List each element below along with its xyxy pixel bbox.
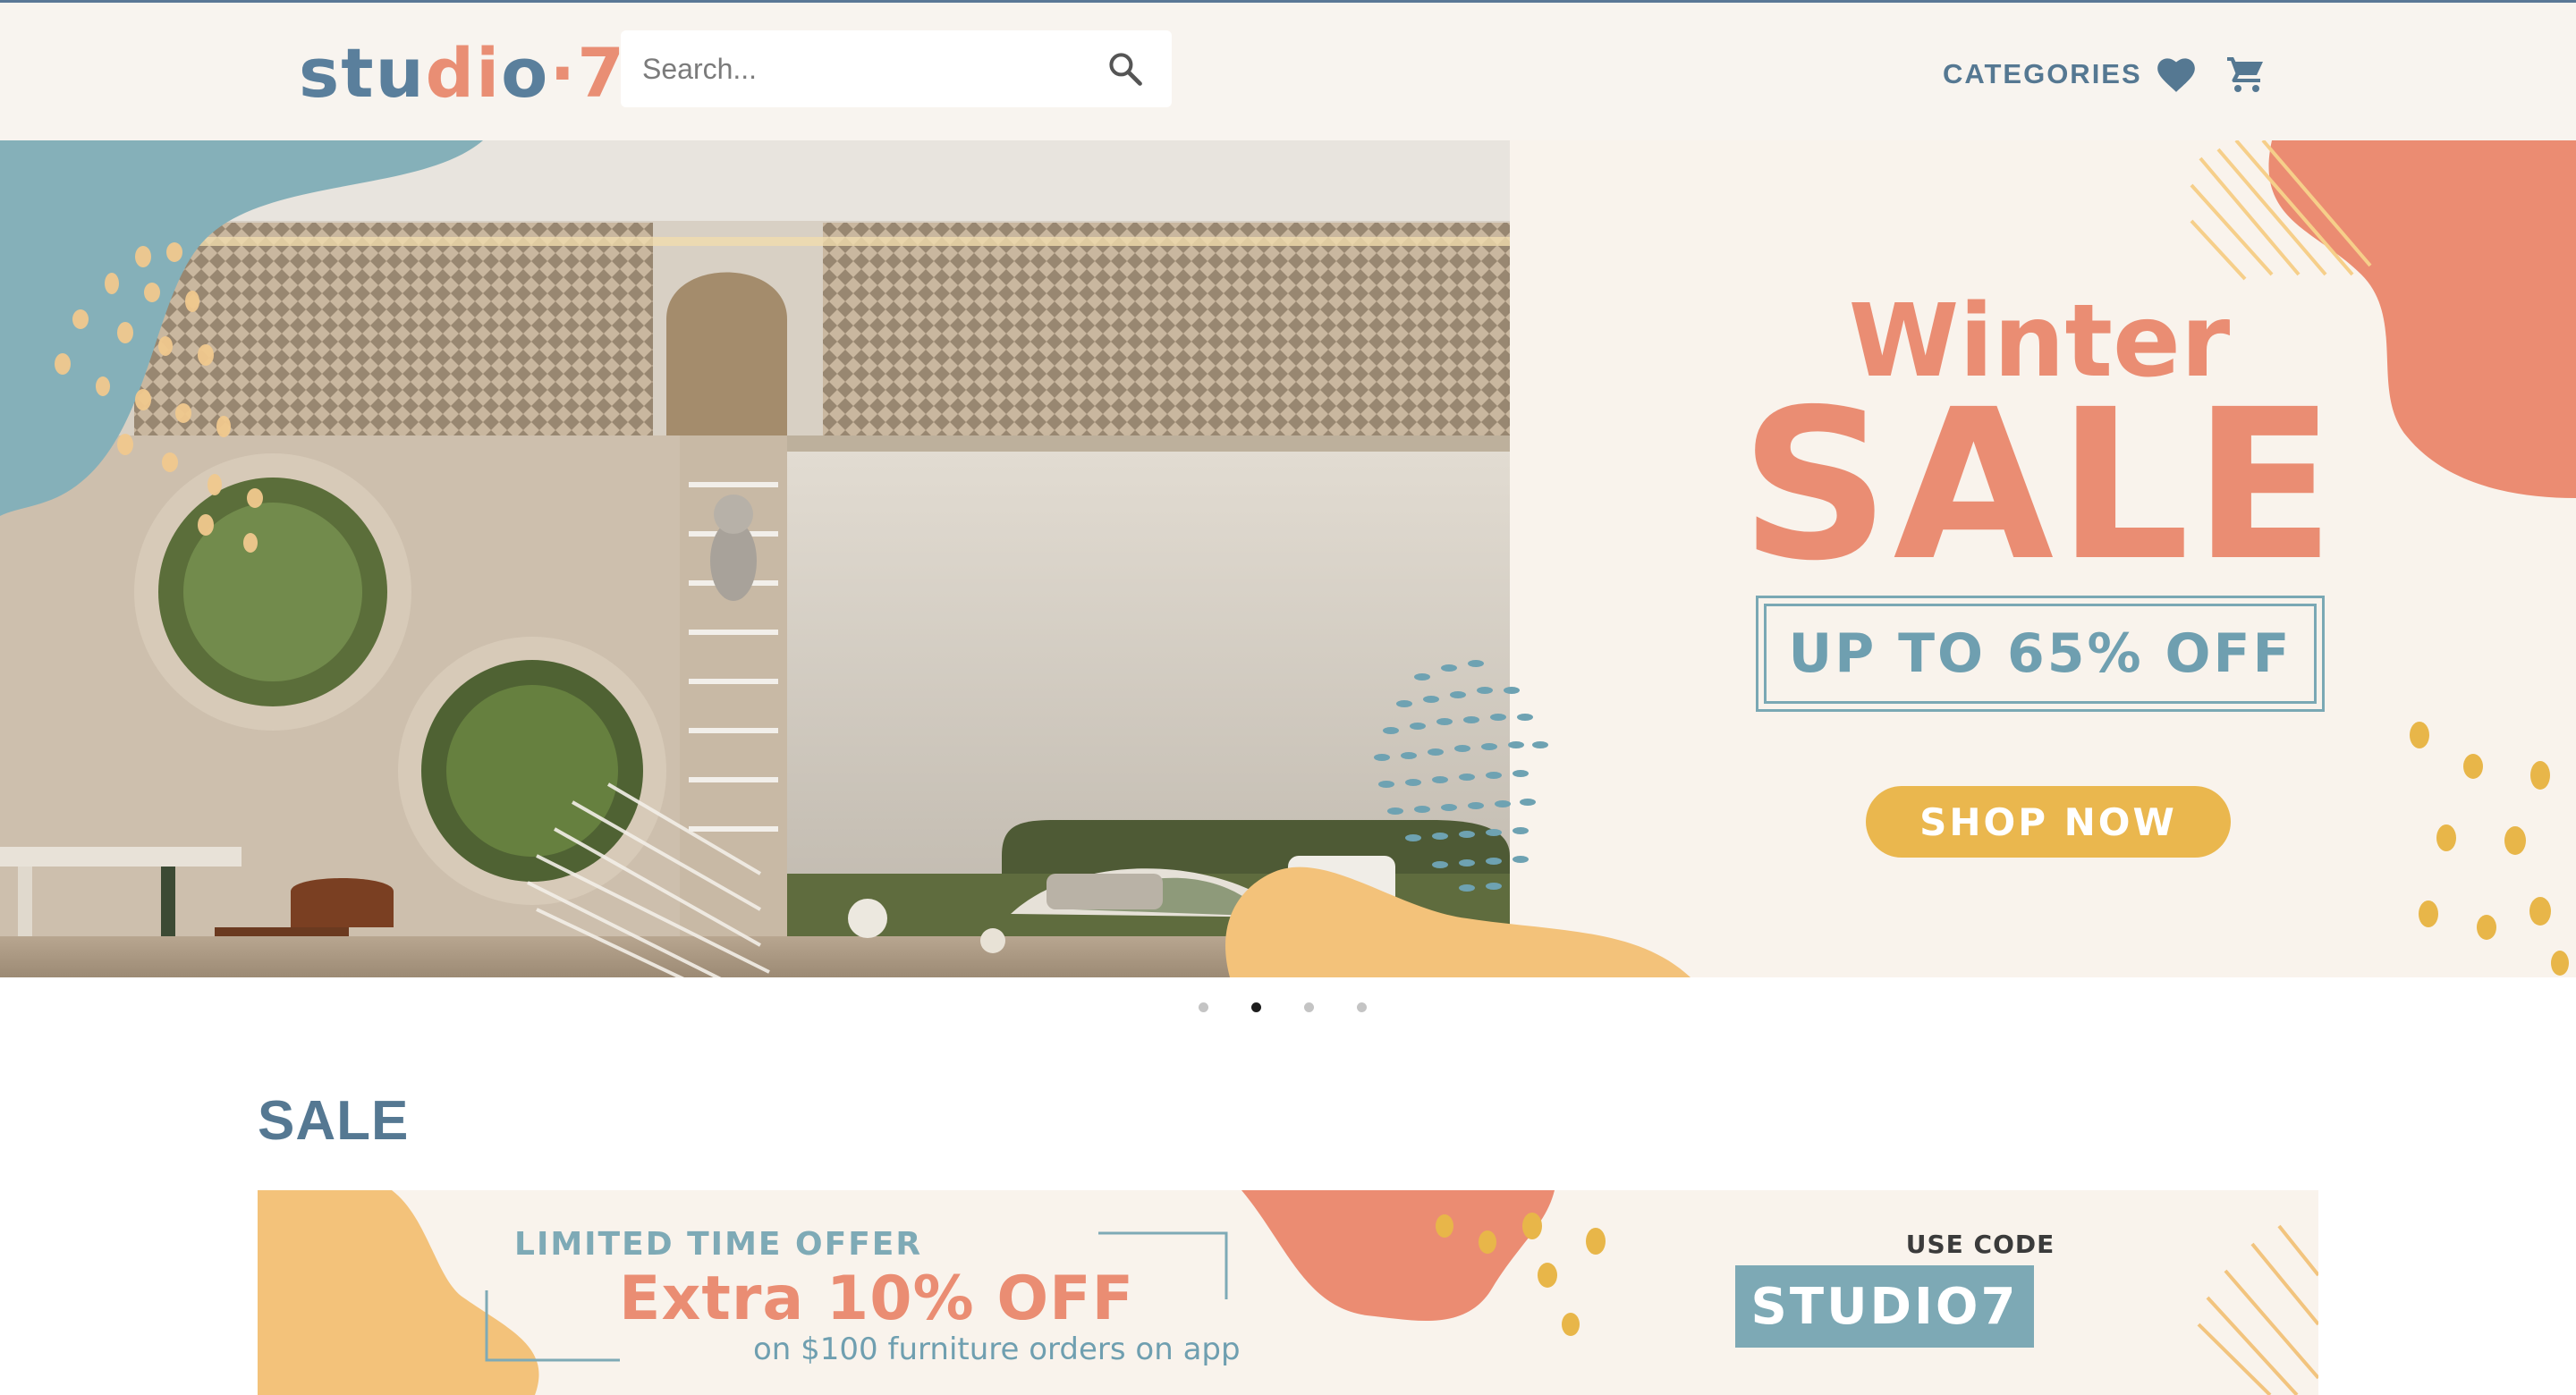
carousel-dots <box>1199 1002 1367 1015</box>
carousel-dot[interactable] <box>1199 1002 1208 1012</box>
hero-banner[interactable]: Winter SALE UP TO 65% OFF SHOP NOW <box>0 140 2576 977</box>
promo-subtext: on $100 furniture orders on app <box>753 1332 1241 1367</box>
cart-button[interactable] <box>2224 53 2267 96</box>
logo-text-part: stu <box>299 33 426 113</box>
heart-icon <box>2157 58 2195 92</box>
shop-now-button[interactable]: SHOP NOW <box>1866 786 2231 858</box>
site-header: studio·7: CATEGORIES <box>0 0 2576 140</box>
carousel-dot-active[interactable] <box>1251 1002 1261 1012</box>
hero-discount-badge: UP TO 65% OFF <box>1756 596 2325 712</box>
hero-title-sale: SALE <box>1740 365 2339 606</box>
sale-section-title: SALE <box>258 1090 410 1152</box>
search-bar <box>621 30 1172 107</box>
carousel-dot[interactable] <box>1304 1002 1314 1012</box>
nav-categories-link[interactable]: CATEGORIES <box>1943 58 2142 90</box>
promo-kicker: LIMITED TIME OFFER <box>514 1226 923 1263</box>
search-input[interactable] <box>642 42 1107 96</box>
logo-text-part: di <box>425 33 502 113</box>
promo-code-badge: STUDIO7 <box>1735 1265 2034 1348</box>
hero-promo-text: Winter SALE UP TO 65% OFF SHOP NOW <box>1699 140 2379 977</box>
cart-icon <box>2227 57 2263 92</box>
promo-code-label: USE CODE <box>1905 1230 2055 1259</box>
logo-text-part: o <box>501 33 550 113</box>
carousel-dot[interactable] <box>1357 1002 1367 1012</box>
wishlist-button[interactable] <box>2154 53 2199 94</box>
promo-banner[interactable]: LIMITED TIME OFFER Extra 10% OFF on $100… <box>258 1190 2318 1395</box>
promo-headline: Extra 10% OFF <box>619 1264 1135 1334</box>
search-button[interactable] <box>1106 49 1145 89</box>
studio7-logo[interactable]: stu di o ·7: <box>299 35 656 112</box>
search-icon <box>1109 53 1142 86</box>
